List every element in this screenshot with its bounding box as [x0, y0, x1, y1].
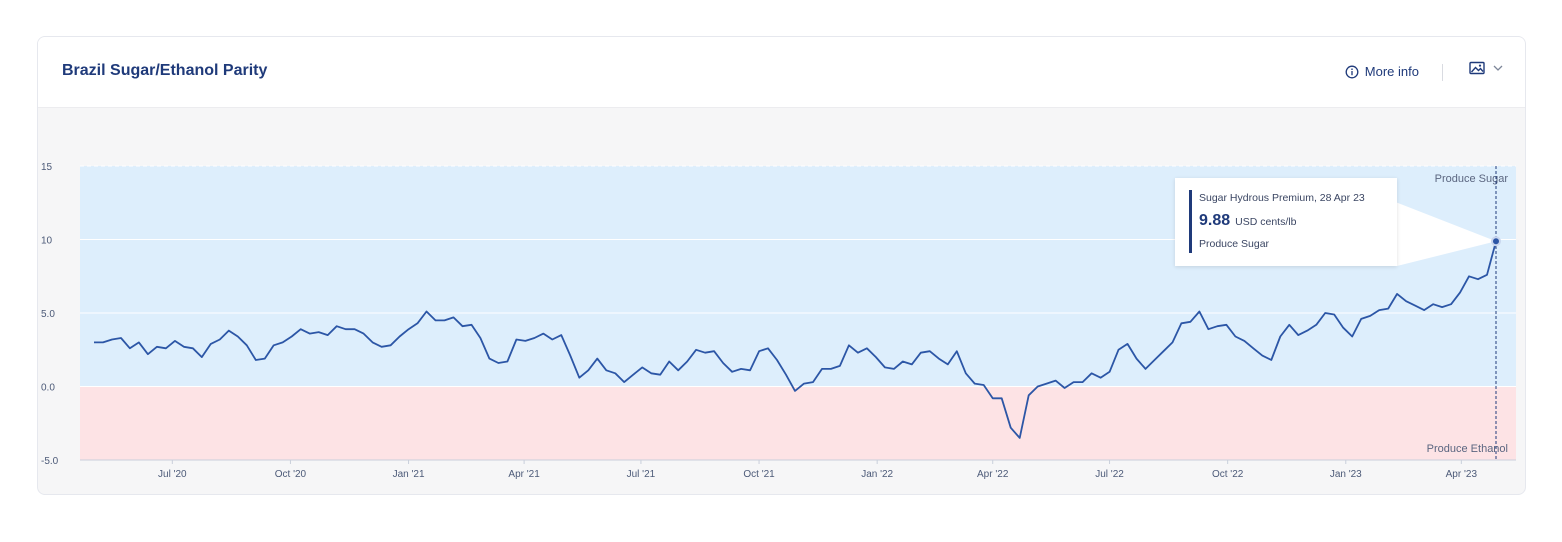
- tooltip-zone: Produce Sugar: [1199, 238, 1270, 250]
- x-tick-label: Apr '23: [1446, 469, 1478, 480]
- y-axis-ticks: 15 10 5.0 0.0 -5.0: [41, 162, 59, 467]
- chart-card: Brazil Sugar/Ethanol Parity More info 15…: [37, 36, 1526, 495]
- x-tick-label: Jan '23: [1330, 469, 1362, 480]
- y-tick-label: 0.0: [41, 383, 55, 394]
- x-tick-label: Jul '21: [627, 469, 656, 480]
- x-axis-ticks: Jul '20 Oct '20 Jan '21 Apr '21 Jul '21 Oct '…: [158, 460, 1477, 480]
- tooltip: Sugar Hydrous Premium, 28 Apr 23 9.88 US…: [1175, 178, 1397, 266]
- produce-sugar-label: Produce Sugar: [1435, 173, 1509, 185]
- tooltip-unit: USD cents/lb: [1235, 216, 1297, 228]
- x-tick-label: Apr '21: [508, 469, 540, 480]
- x-tick-label: Jan '22: [861, 469, 893, 480]
- x-tick-label: Oct '21: [743, 469, 775, 480]
- y-tick-label: -5.0: [41, 456, 59, 467]
- x-tick-label: Jul '22: [1095, 469, 1124, 480]
- produce-ethanol-zone: [80, 386, 1516, 460]
- x-tick-label: Oct '20: [275, 469, 307, 480]
- tooltip-series-date: Sugar Hydrous Premium, 28 Apr 23: [1199, 192, 1365, 204]
- y-tick-label: 10: [41, 236, 53, 247]
- x-tick-label: Jan '21: [393, 469, 425, 480]
- hover-point[interactable]: [1491, 236, 1501, 247]
- x-tick-label: Apr '22: [977, 469, 1009, 480]
- y-tick-label: 5.0: [41, 309, 55, 320]
- tooltip-accent-bar: [1189, 190, 1192, 253]
- tooltip-value: 9.88: [1199, 212, 1231, 229]
- x-tick-label: Oct '22: [1212, 469, 1244, 480]
- tooltip-value-row: 9.88 USD cents/lb: [1199, 212, 1296, 230]
- x-tick-label: Jul '20: [158, 469, 187, 480]
- y-tick-label: 15: [41, 162, 53, 173]
